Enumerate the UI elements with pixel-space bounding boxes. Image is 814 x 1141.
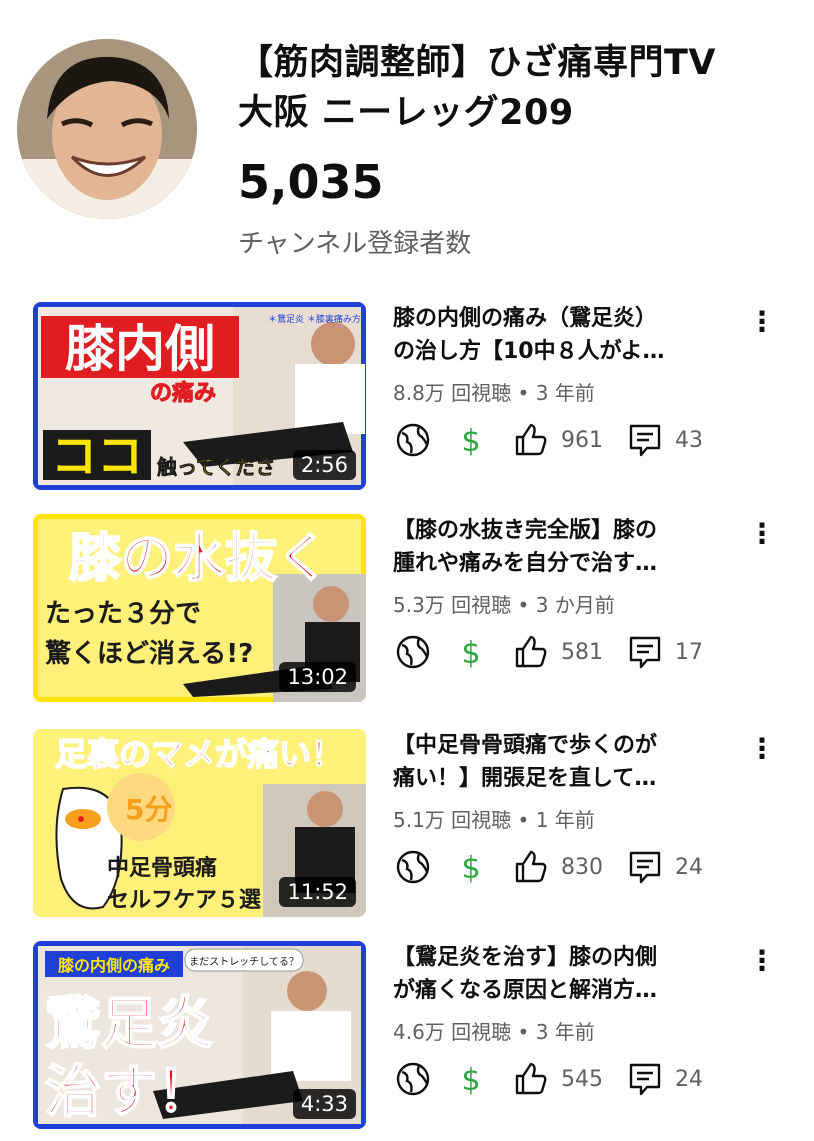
svg-text:$: $ <box>461 636 480 671</box>
thumb-main-text: 足裏のマメが痛い！ <box>55 735 343 773</box>
svg-text:$: $ <box>461 1063 480 1098</box>
thumb-line2-text: たった３分で <box>45 599 201 629</box>
video-thumbnail[interactable]: 膝内側 の痛み ＊鵞足炎 ＊膝裏痛み方必須 ココ 触ってくださ 2:56 <box>33 302 366 490</box>
video-views: 5.1万 回視聴 <box>393 808 512 832</box>
thumb-bubble-text: まだストレッチしてる？ <box>189 956 299 968</box>
video-title[interactable]: 【中足骨骨頭痛で歩くのが 痛い！】開張足を直して… <box>393 729 738 795</box>
video-meta: 5.1万 回視聴 • 1 年前 <box>393 808 595 832</box>
channel-name-line2: 大阪 ニーレッグ209 <box>238 93 574 133</box>
like-count: 545 <box>561 1067 603 1092</box>
dollar-icon: $ <box>461 636 480 671</box>
dollar-icon: $ <box>461 1063 480 1098</box>
thumb-line3-text: セルフケア５選 <box>107 888 261 913</box>
thumbs-up-icon[interactable] <box>511 847 551 887</box>
video-views: 8.8万 回視聴 <box>393 381 512 405</box>
channel-avatar[interactable] <box>17 39 197 219</box>
video-thumbnail[interactable]: 膝の内側の痛み まだストレッチしてる？ 鵞足炎 治す！ 4:33 <box>33 941 366 1129</box>
dollar-icon: $ <box>461 851 480 886</box>
thumb-main-text: 膝の水抜く <box>69 529 329 589</box>
thumb-line2-text: 中足骨頭痛 <box>107 855 217 881</box>
video-item[interactable]: 膝内側 の痛み ＊鵞足炎 ＊膝裏痛み方必須 ココ 触ってくださ 2:56 膝の内… <box>0 302 814 502</box>
comment-icon[interactable] <box>625 847 665 887</box>
thumb-notes-text: ＊鵞足炎 ＊膝裏痛み方必須 <box>268 313 366 325</box>
video-title-line2: 痛い！】開張足を直して… <box>393 766 657 791</box>
video-title[interactable]: 【膝の水抜き完全版】膝の 腫れや痛みを自分で治す… <box>393 514 738 580</box>
video-stats: $ 581 17 <box>393 632 723 674</box>
video-duration: 11:52 <box>279 877 356 907</box>
thumb-cta-text: 触ってくださ <box>157 455 275 479</box>
video-views: 5.3万 回視聴 <box>393 593 512 617</box>
avatar-image <box>17 39 197 219</box>
video-meta: 8.8万 回視聴 • 3 年前 <box>393 381 595 405</box>
thumb-main2-text: 治す！ <box>45 1060 213 1125</box>
more-vert-icon[interactable]: ⋮ <box>748 729 776 769</box>
video-thumbnail[interactable]: 5分 足裏のマメが痛い！ 中足骨頭痛 セルフケア５選 11:52 <box>33 729 366 917</box>
thumb-big-text: ココ <box>51 429 143 483</box>
video-title-line1: 【中足骨骨頭痛で歩くのが <box>393 733 658 758</box>
video-title-line1: 【鵞足炎を治す】膝の内側 <box>393 945 658 970</box>
video-title-line1: 【膝の水抜き完全版】膝の <box>393 518 658 543</box>
video-duration: 4:33 <box>292 1089 356 1119</box>
video-item[interactable]: 膝の内側の痛み まだストレッチしてる？ 鵞足炎 治す！ 4:33 【鵞足炎を治す… <box>0 941 814 1141</box>
svg-text:$: $ <box>461 424 480 459</box>
video-duration: 13:02 <box>279 662 356 692</box>
video-title-line1: 膝の内側の痛み（鵞足炎） <box>393 306 658 331</box>
thumbs-up-icon[interactable] <box>511 420 551 460</box>
channel-name-line1: 【筋肉調整師】ひざ痛専門TV <box>238 43 716 83</box>
comment-count: 43 <box>675 428 703 453</box>
video-duration: 2:56 <box>292 450 356 480</box>
thumb-sub-text: の痛み <box>150 380 216 406</box>
comment-icon[interactable] <box>625 632 665 672</box>
more-vert-icon[interactable]: ⋮ <box>748 941 776 981</box>
globe-icon <box>396 635 430 669</box>
thumbs-up-icon[interactable] <box>511 1059 551 1099</box>
video-meta: 4.6万 回視聴 • 3 年前 <box>393 1020 595 1044</box>
video-meta: 5.3万 回視聴 • 3 か月前 <box>393 593 615 617</box>
thumb-tag-text: 膝の内側の痛み <box>58 956 170 975</box>
video-stats: $ 830 24 <box>393 847 723 889</box>
comment-count: 24 <box>675 855 703 880</box>
more-vert-icon[interactable]: ⋮ <box>748 302 776 342</box>
comment-count: 24 <box>675 1067 703 1092</box>
video-item[interactable]: 5分 足裏のマメが痛い！ 中足骨頭痛 セルフケア５選 11:52 【中足骨骨頭痛… <box>0 729 814 929</box>
comment-count: 17 <box>675 640 703 665</box>
globe-icon <box>396 850 430 884</box>
thumb-minutes-text: 5分 <box>125 793 172 826</box>
video-title-line2: 腫れや痛みを自分で治す… <box>393 551 658 576</box>
thumb-line3-text: 驚くほど消える!? <box>45 639 253 669</box>
thumbs-up-icon[interactable] <box>511 632 551 672</box>
video-views: 4.6万 回視聴 <box>393 1020 512 1044</box>
thumb-main-text: 膝内側 <box>65 320 215 378</box>
video-title[interactable]: 【鵞足炎を治す】膝の内側 が痛くなる原因と解消方… <box>393 941 738 1007</box>
video-stats: $ 961 43 <box>393 420 723 462</box>
video-title[interactable]: 膝の内側の痛み（鵞足炎） の治し方【10中８人がよ… <box>393 302 738 368</box>
comment-icon[interactable] <box>625 420 665 460</box>
globe-icon <box>396 1062 430 1096</box>
dollar-icon: $ <box>461 424 480 459</box>
video-age: 3 年前 <box>535 1020 595 1044</box>
video-age: 3 年前 <box>535 381 595 405</box>
like-count: 581 <box>561 640 603 665</box>
video-thumbnail[interactable]: 膝の水抜く たった３分で 驚くほど消える!? 13:02 <box>33 514 366 702</box>
video-title-line2: が痛くなる原因と解消方… <box>393 978 658 1003</box>
channel-header: 【筋肉調整師】ひざ痛専門TV 大阪 ニーレッグ209 5,035 チャンネル登録… <box>0 0 814 290</box>
channel-name: 【筋肉調整師】ひざ痛専門TV 大阪 ニーレッグ209 <box>238 38 798 138</box>
video-title-line2: の治し方【10中８人がよ… <box>393 339 665 364</box>
svg-text:$: $ <box>461 851 480 886</box>
like-count: 830 <box>561 855 603 880</box>
like-count: 961 <box>561 428 603 453</box>
globe-icon <box>396 423 430 457</box>
subscriber-label: チャンネル登録者数 <box>238 229 472 259</box>
subscriber-count: 5,035 <box>238 155 384 209</box>
video-stats: $ 545 24 <box>393 1059 723 1101</box>
more-vert-icon[interactable]: ⋮ <box>748 514 776 554</box>
comment-icon[interactable] <box>625 1059 665 1099</box>
video-age: 3 か月前 <box>535 593 615 617</box>
video-age: 1 年前 <box>535 808 595 832</box>
thumb-main1-text: 鵞足炎 <box>45 992 213 1057</box>
video-item[interactable]: 膝の水抜く たった３分で 驚くほど消える!? 13:02 【膝の水抜き完全版】膝… <box>0 514 814 714</box>
